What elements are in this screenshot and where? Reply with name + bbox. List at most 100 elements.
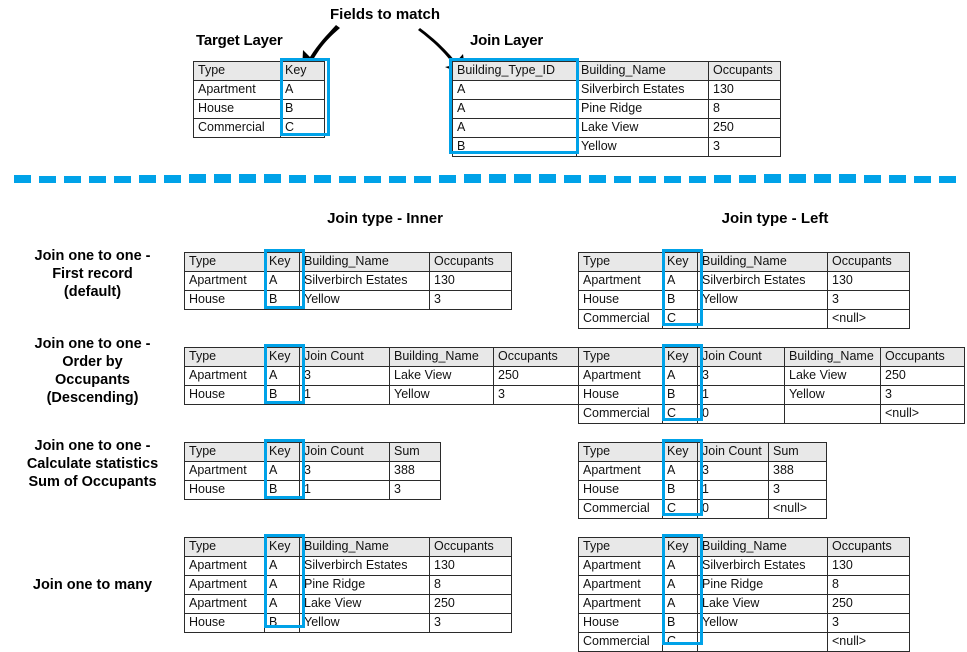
table-cell: 250 [429, 594, 512, 614]
join-layer-label: Join Layer [470, 32, 544, 49]
table-cell: 130 [708, 80, 781, 100]
table-row: Apartment A Pine Ridge 8 [578, 575, 910, 595]
table-cell: House [184, 613, 265, 633]
table-cell: Silverbirch Estates [299, 271, 430, 291]
divider-dash [89, 176, 106, 183]
table-row: Commercial C [193, 118, 325, 138]
section-divider [0, 174, 967, 183]
table-body: Apartment A 3 Lake View 250 House B 1 Yellow 3 Com… [578, 366, 965, 424]
table-cell: Commercial [578, 632, 663, 652]
divider-dash [864, 175, 881, 183]
divider-dash [539, 174, 556, 183]
column-header-cell: Occupants [827, 537, 910, 557]
table-header-row: Type Key Building_Name Occupants [578, 252, 910, 272]
table-header-row: Type Key Join Count Sum [184, 442, 441, 462]
table-cell: Apartment [184, 575, 265, 595]
table-row: House B Yellow 3 [184, 290, 512, 310]
column-header-cell: Key [264, 442, 300, 462]
table-header-row: Type Key Building_Name Occupants [578, 537, 910, 557]
target-layer-table-wrap: Type Key Apartment A House B Commercial C [193, 58, 330, 138]
column-header-cell: Building_Name [299, 252, 430, 272]
divider-dash [189, 174, 206, 183]
table-row: Commercial C <null> [578, 309, 910, 329]
column-header-cell: Sum [768, 442, 827, 462]
table-cell: 250 [493, 366, 580, 386]
divider-dash [364, 176, 381, 183]
table-cell: C [662, 404, 698, 424]
table-row: Apartment A Lake View 250 [184, 594, 512, 614]
table-cell: A [662, 271, 698, 291]
table-cell: Apartment [184, 461, 265, 481]
left-table-first-record: Type Key Building_Name Occupants Apartment A… [578, 252, 910, 329]
table-body: Apartment A 3 Lake View 250 House B 1 Yellow 3 [184, 366, 580, 405]
column-header-cell: Key [662, 442, 698, 462]
divider-dash [214, 174, 231, 183]
left-table-statistics: Type Key Join Count Sum Apartment A 3 388 House… [578, 442, 827, 519]
table-cell: 250 [827, 594, 910, 614]
table-row: A Silverbirch Estates 130 [452, 80, 781, 100]
table-cell: Apartment [184, 594, 265, 614]
row-label-line: (default) [63, 284, 122, 300]
row-label-line: Join one to many [32, 577, 153, 593]
left-table-order-by: Type Key Join Count Building_Name Occupants … [578, 347, 965, 424]
table-cell: Apartment [184, 366, 265, 386]
divider-dash [314, 175, 331, 183]
column-header-cell: Occupants [880, 347, 965, 367]
row-label-line: Join one to one - [34, 248, 151, 264]
column-header-cell: Key [264, 537, 300, 557]
row-label-line: Occupants [55, 372, 130, 388]
table-row: Apartment A Silverbirch Estates 130 [184, 271, 512, 291]
table-cell: House [184, 480, 265, 500]
table-body: Apartment A Silverbirch Estates 130 Apartmen… [184, 556, 512, 633]
table-cell: Apartment [184, 556, 265, 576]
inner-table-order-by-wrap: Type Key Join Count Building_Name Occupants … [184, 344, 580, 405]
table-cell: B [264, 480, 300, 500]
table-row: House B 1 Yellow 3 [184, 385, 580, 405]
column-header-cell: Key [662, 347, 698, 367]
table-cell: 3 [429, 290, 512, 310]
table-cell: A [264, 575, 300, 595]
column-header-cell: Occupants [493, 347, 580, 367]
table-body: A Silverbirch Estates 130 A Pine Ridge 8 A Lake… [452, 80, 781, 157]
table-cell: <null> [768, 499, 827, 519]
table-header-row: Type Key Building_Name Occupants [578, 537, 910, 557]
table-cell: Apartment [184, 271, 265, 291]
table-cell: Apartment [578, 556, 663, 576]
table-cell: B [662, 385, 698, 405]
table-cell: A [662, 594, 698, 614]
table-cell: C [280, 118, 325, 138]
table-cell: Yellow [389, 385, 494, 405]
table-cell: A [662, 556, 698, 576]
row-label-line: (Descending) [46, 390, 139, 406]
table-header-row: Building_Type_ID Building_Name Occupants [452, 61, 781, 81]
table-cell: C [662, 309, 698, 329]
column-header-cell: Type [578, 442, 663, 462]
table-header-row: Type Key Building_Name Occupants [578, 252, 910, 272]
divider-dash [14, 175, 31, 183]
table-row: House B 1 3 [184, 480, 441, 500]
divider-dash [239, 174, 256, 183]
table-cell [784, 404, 881, 424]
table-cell: 3 [299, 461, 390, 481]
table-cell: 3 [768, 480, 827, 500]
divider-dash [139, 175, 156, 183]
table-cell: 8 [827, 575, 910, 595]
column-heading-left: Join type - Left [721, 210, 829, 227]
divider-dash [489, 174, 506, 183]
left-table-statistics-wrap: Type Key Join Count Sum Apartment A 3 388 House… [578, 439, 827, 519]
table-cell: <null> [827, 632, 910, 652]
divider-dash [714, 175, 731, 183]
table-cell: 8 [429, 575, 512, 595]
table-header-row: Type Key Join Count Building_Name Occupants [578, 347, 965, 367]
column-header-cell: Key [264, 252, 300, 272]
table-cell: Yellow [299, 613, 430, 633]
column-header-cell: Join Count [697, 347, 785, 367]
target-layer-label: Target Layer [196, 32, 283, 49]
table-row: Apartment A 3 Lake View 250 [578, 366, 965, 386]
table-row: Apartment A Silverbirch Estates 130 [578, 556, 910, 576]
table-cell: 3 [389, 480, 441, 500]
table-row: A Lake View 250 [452, 118, 781, 138]
divider-dash [564, 175, 581, 183]
table-cell: Lake View [697, 594, 828, 614]
table-body: Apartment A House B Commercial C [193, 80, 325, 138]
